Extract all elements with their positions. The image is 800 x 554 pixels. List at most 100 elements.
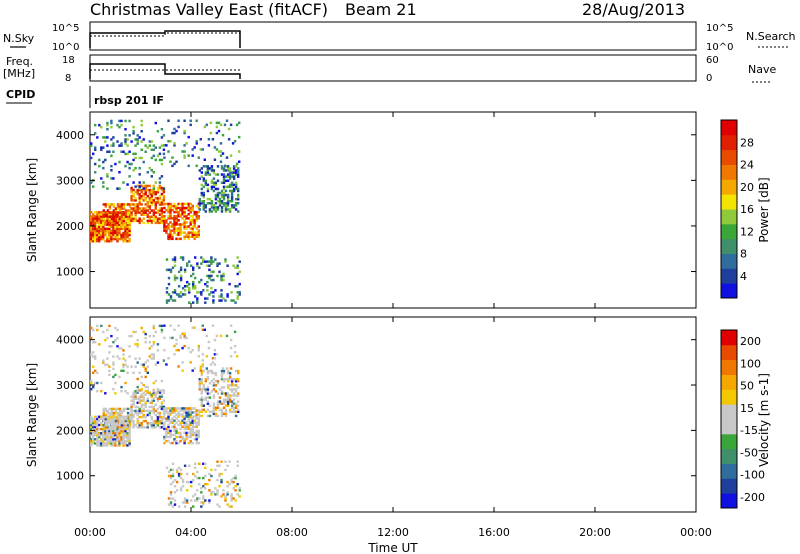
velocity-cell: [165, 439, 168, 443]
velocity-cell: [120, 390, 123, 393]
power-colorbar-tick: 8: [740, 248, 747, 261]
power-cell: [195, 119, 198, 122]
power-cell: [198, 208, 201, 211]
velocity-cell: [212, 396, 216, 399]
power-cell: [214, 258, 217, 261]
velocity-cell: [236, 460, 239, 463]
power-cell: [94, 162, 97, 166]
power-cell: [144, 203, 147, 206]
velocity-cell: [183, 497, 187, 500]
power-cell: [132, 125, 135, 129]
velocity-cell: [201, 363, 204, 366]
velocity-cell: [234, 485, 237, 488]
velocity-cell: [175, 427, 178, 431]
y-tick-label: 4000: [56, 129, 84, 142]
power-colorbar-tick: 12: [740, 225, 754, 238]
velocity-cell: [218, 485, 221, 488]
velocity-cell: [220, 478, 223, 482]
power-cell: [140, 130, 143, 133]
velocity-cell: [110, 345, 113, 348]
velocity-cell: [169, 491, 173, 494]
velocity-cell: [222, 386, 226, 389]
power-cell: [235, 162, 239, 166]
velocity-cell: [193, 367, 196, 370]
velocity-cell: [108, 369, 111, 372]
x-tick-label: 20:00: [579, 526, 611, 539]
velocity-cell: [134, 424, 137, 427]
velocity-cell: [204, 410, 207, 413]
velocity-cell: [124, 442, 127, 445]
velocity-cell: [134, 343, 137, 346]
power-colorbar-swatch: [721, 238, 737, 254]
power-cell: [237, 210, 240, 213]
freq-panel: [89, 54, 697, 82]
power-cell: [114, 162, 117, 166]
power-cell: [238, 135, 241, 139]
power-cell: [106, 136, 109, 139]
power-cell: [210, 200, 214, 203]
power-cell: [194, 276, 197, 280]
velocity-cell: [188, 464, 191, 467]
power-cell: [187, 135, 190, 139]
velocity-cell: [193, 407, 196, 410]
velocity-colorbar-tick: -200: [740, 491, 765, 504]
velocity-cell: [140, 388, 143, 391]
velocity-cell: [134, 330, 137, 334]
power-cell: [175, 129, 178, 133]
velocity-cell: [216, 414, 220, 418]
velocity-cell: [104, 442, 107, 445]
power-cell: [206, 289, 209, 292]
velocity-cell: [132, 426, 135, 429]
power-cell: [210, 256, 213, 259]
velocity-cell: [181, 369, 184, 372]
power-cell: [191, 154, 194, 157]
velocity-cell: [175, 480, 179, 484]
velocity-cell: [100, 381, 103, 385]
velocity-cell: [196, 470, 199, 474]
power-cell: [175, 237, 178, 241]
power-cell: [130, 140, 133, 143]
velocity-cell: [169, 493, 173, 496]
power-cell: [235, 123, 239, 127]
velocity-cell: [179, 334, 182, 338]
power-cell: [110, 154, 113, 158]
velocity-cell: [197, 429, 200, 433]
velocity-cell: [195, 437, 198, 441]
velocity-cell: [154, 403, 157, 406]
velocity-cell: [160, 328, 164, 332]
velocity-cell: [218, 505, 221, 508]
velocity-cell: [108, 324, 111, 328]
y-tick-label: 1000: [56, 470, 84, 483]
velocity-cell: [130, 334, 133, 338]
power-cell: [206, 297, 209, 300]
velocity-cell: [104, 392, 107, 395]
velocity-cell: [128, 355, 131, 358]
power-cell: [150, 175, 153, 178]
velocity-cell: [197, 349, 200, 352]
power-cell: [106, 121, 109, 125]
velocity-cell: [173, 478, 177, 482]
power-cell: [234, 181, 238, 184]
velocity-cell: [160, 324, 164, 328]
velocity-cell: [177, 324, 180, 327]
power-cell: [160, 158, 164, 162]
power-cell: [197, 156, 200, 159]
velocity-cell: [230, 505, 233, 508]
power-cell: [183, 293, 187, 296]
velocity-cell: [132, 419, 135, 423]
power-cell: [160, 162, 164, 166]
velocity-cell: [226, 369, 230, 373]
x-tick-label: 04:00: [175, 526, 207, 539]
velocity-cell: [122, 349, 125, 352]
velocity-cell: [205, 367, 208, 370]
velocity-cell: [216, 489, 219, 492]
velocity-cell: [154, 395, 157, 398]
velocity-colorbar-swatch: [721, 374, 737, 390]
power-colorbar-swatch: [721, 134, 737, 151]
power-cell: [177, 285, 181, 288]
power-cell: [187, 154, 190, 157]
velocity-cell: [128, 432, 131, 435]
velocity-cell: [212, 402, 216, 405]
velocity-cell: [116, 345, 119, 348]
velocity-cell: [197, 433, 200, 437]
